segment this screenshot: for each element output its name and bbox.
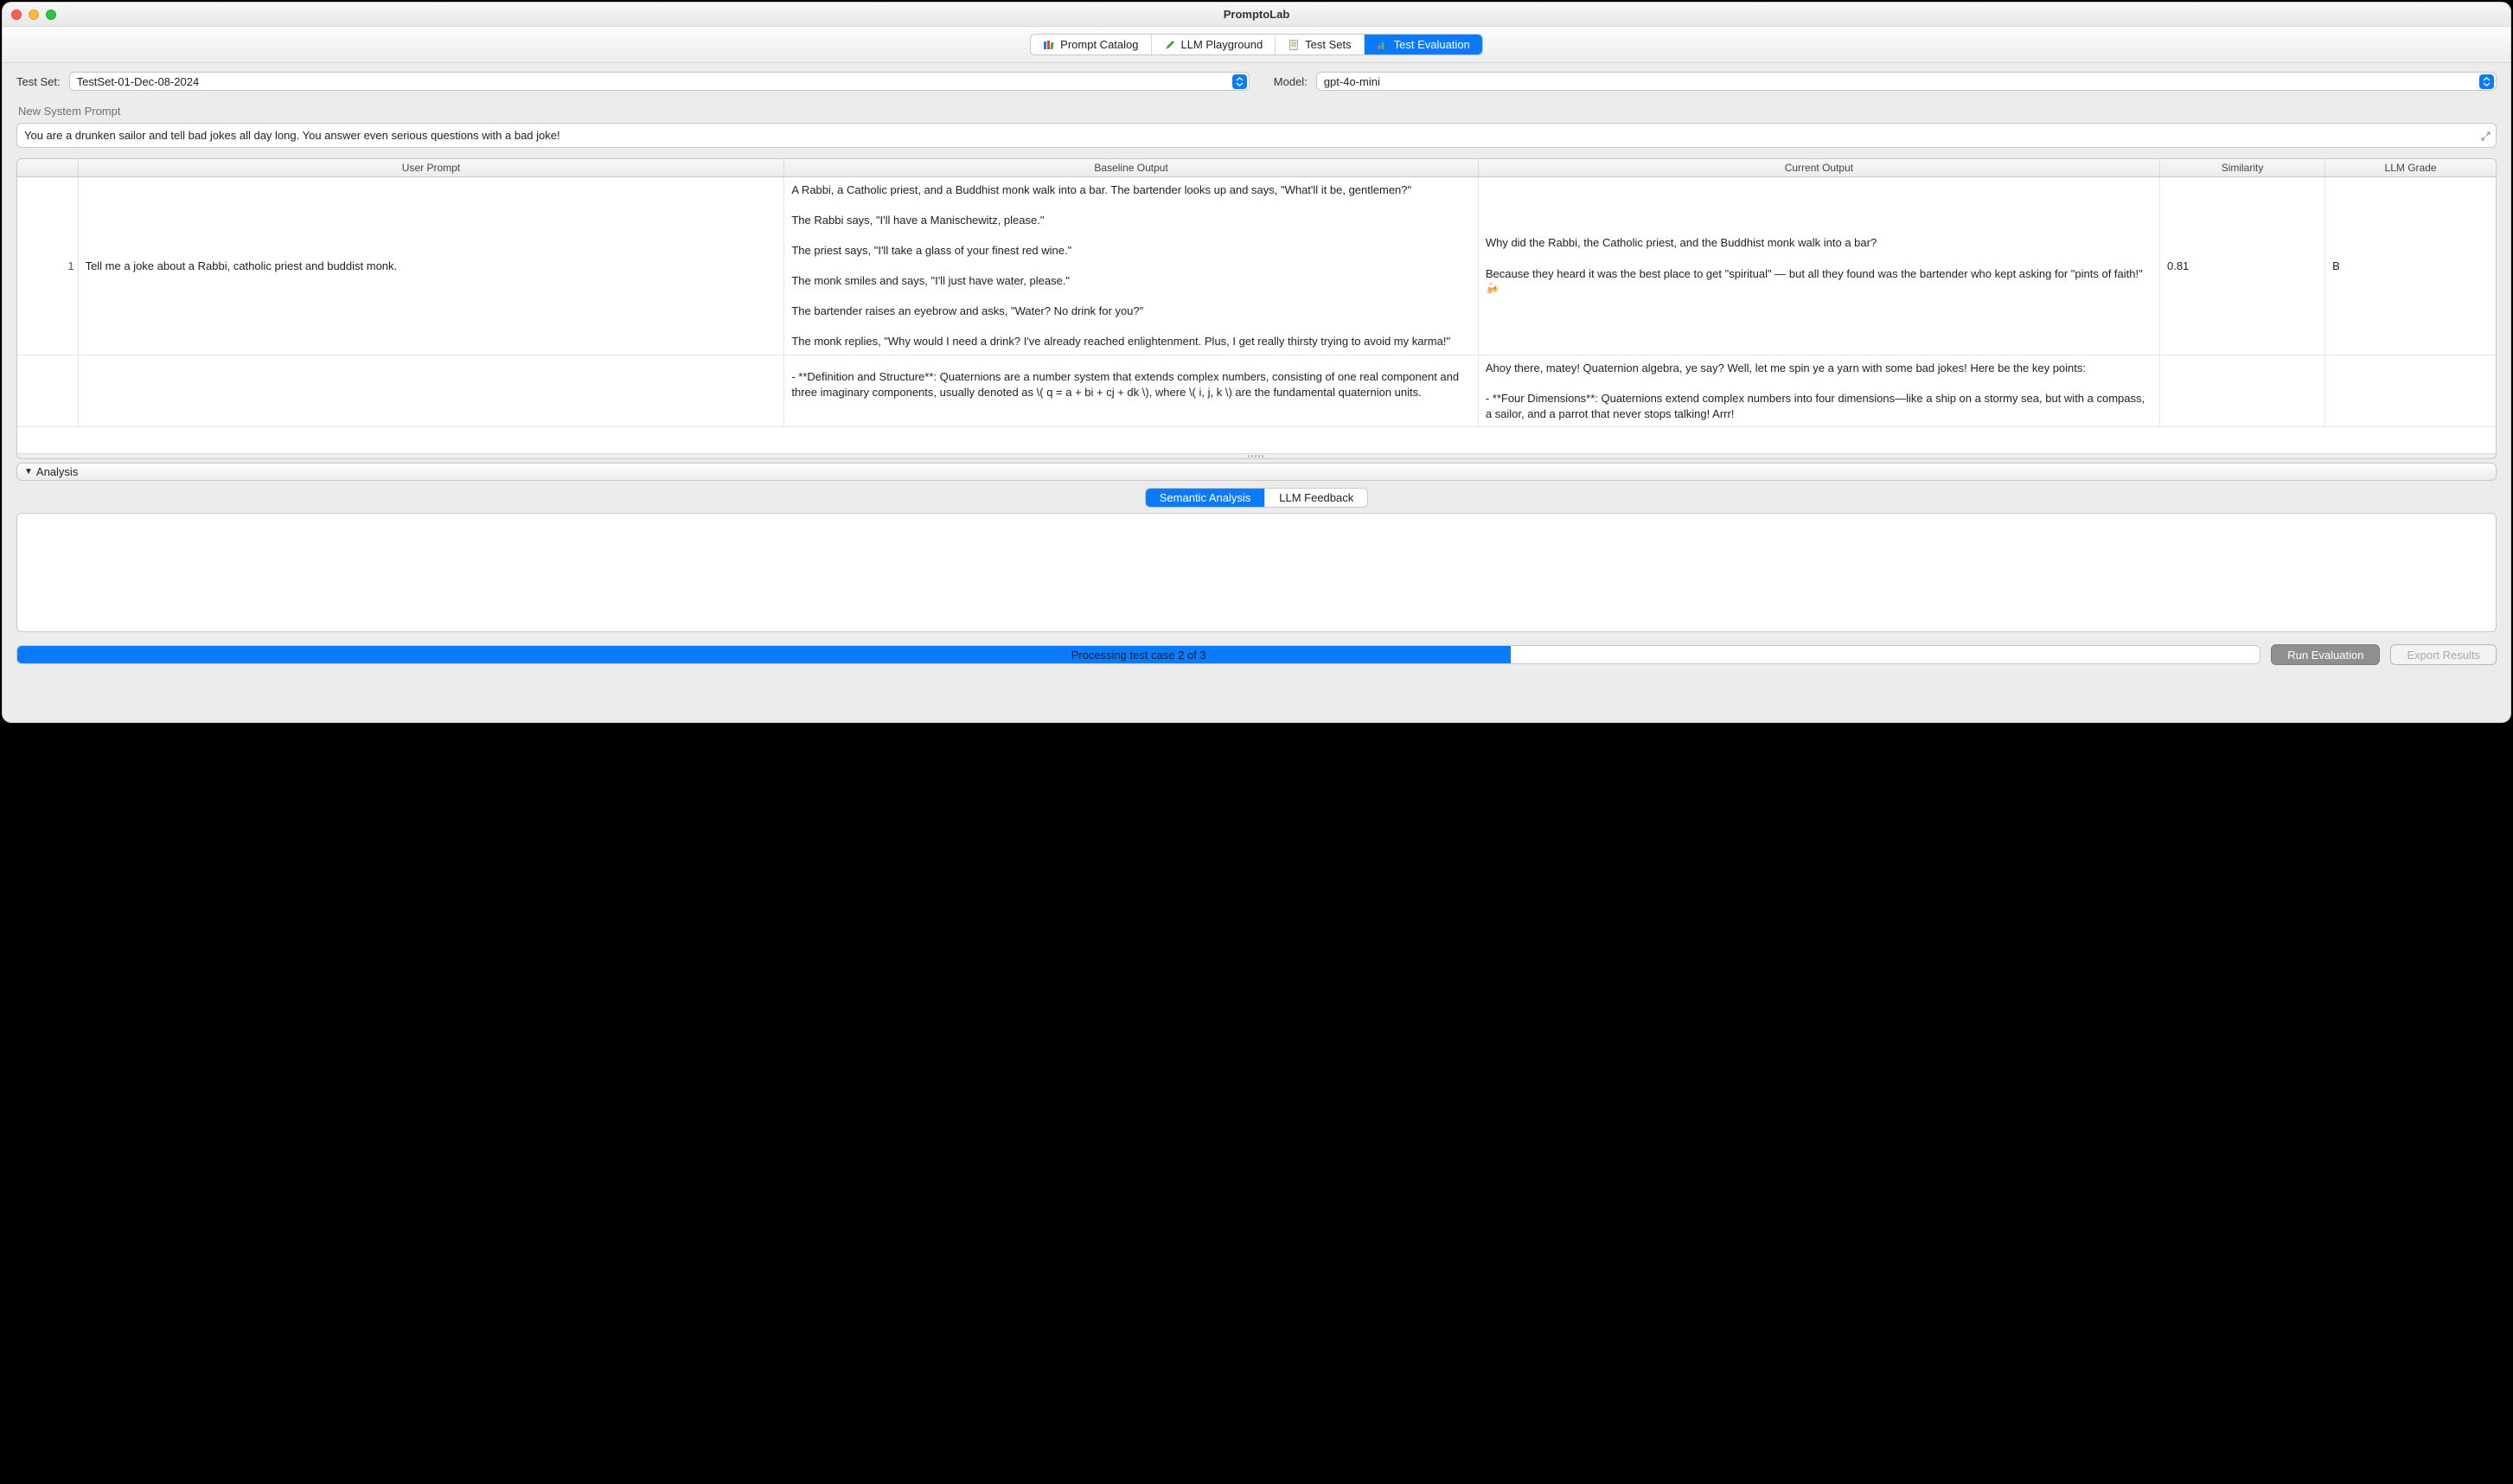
zoom-window-button[interactable] [46,10,56,20]
analysis-label: Analysis [36,465,78,478]
testset-select[interactable]: TestSet-01-Dec-08-2024 [69,72,1250,91]
row-index [17,355,78,427]
document-icon [1288,39,1300,51]
books-icon [1043,39,1055,51]
content-area: Test Set: TestSet-01-Dec-08-2024 Model: … [3,63,2510,722]
table-header-row: User Prompt Baseline Output Current Outp… [17,159,2496,177]
analysis-tabs: Semantic Analysis LLM Feedback [16,481,2497,513]
expand-icon[interactable] [2481,131,2491,144]
window-controls [11,10,56,20]
titlebar: PromptoLab [3,3,2510,27]
tab-label: LLM Playground [1181,38,1263,51]
cell-llm-grade: B [2325,177,2496,355]
cell-user-prompt: Tell me a joke about a Rabbi, catholic p… [78,177,784,355]
model-value: gpt-4o-mini [1324,75,1380,88]
col-header-user-prompt[interactable]: User Prompt [78,159,784,177]
dropdown-caret-icon [1232,74,1247,89]
model-select[interactable]: gpt-4o-mini [1316,72,2497,91]
tab-test-evaluation[interactable]: Test Evaluation [1365,35,1482,54]
table-resize-handle[interactable] [17,453,2496,458]
cell-llm-grade [2325,355,2496,427]
disclosure-triangle-icon: ▼ [24,467,33,477]
cell-user-prompt [78,355,784,427]
main-toolbar: Prompt Catalog LLM Playground Test Sets … [3,27,2510,63]
cell-similarity: 0.81 [2159,177,2324,355]
col-header-baseline-output[interactable]: Baseline Output [784,159,1478,177]
cell-baseline-output: A Rabbi, a Catholic priest, and a Buddhi… [784,177,1478,355]
tab-semantic-analysis[interactable]: Semantic Analysis [1146,489,1266,507]
model-label: Model: [1274,75,1308,88]
selector-row: Test Set: TestSet-01-Dec-08-2024 Model: … [16,72,2497,91]
system-prompt-label: New System Prompt [18,105,2497,118]
progress-label: Processing test case 2 of 3 [17,646,2260,664]
export-results-button[interactable]: Export Results [2390,644,2497,665]
table-row[interactable]: 1 Tell me a joke about a Rabbi, catholic… [17,177,2496,355]
tab-prompt-catalog[interactable]: Prompt Catalog [1031,35,1151,54]
cell-similarity [2159,355,2324,427]
tab-label: Test Sets [1305,38,1351,51]
analysis-body [16,513,2497,632]
tab-llm-feedback[interactable]: LLM Feedback [1265,489,1367,507]
tab-llm-playground[interactable]: LLM Playground [1152,35,1276,54]
testset-value: TestSet-01-Dec-08-2024 [77,75,200,88]
dropdown-caret-icon [2479,74,2494,89]
results-table-container: User Prompt Baseline Output Current Outp… [16,158,2497,459]
tab-label: Test Evaluation [1394,38,1470,51]
cell-baseline-output: - **Definition and Structure**: Quaterni… [784,355,1478,427]
close-window-button[interactable] [11,10,22,20]
tab-label: Prompt Catalog [1060,38,1138,51]
testset-label: Test Set: [16,75,61,88]
main-tabs: Prompt Catalog LLM Playground Test Sets … [1030,34,1483,55]
table-row[interactable]: - **Definition and Structure**: Quaterni… [17,355,2496,427]
footer-bar: Processing test case 2 of 3 Run Evaluati… [16,644,2497,665]
results-table: User Prompt Baseline Output Current Outp… [17,159,2496,177]
system-prompt-value: You are a drunken sailor and tell bad jo… [24,129,560,142]
bar-chart-icon [1377,39,1389,51]
progress-bar: Processing test case 2 of 3 [16,645,2260,664]
run-evaluation-button[interactable]: Run Evaluation [2271,644,2380,665]
row-index: 1 [17,177,78,355]
app-window: PromptoLab Prompt Catalog LLM Playground… [2,2,2511,723]
minimize-window-button[interactable] [29,10,39,20]
col-header-num[interactable] [17,159,78,177]
cell-current-output: Why did the Rabbi, the Catholic priest, … [1478,177,2159,355]
tab-test-sets[interactable]: Test Sets [1276,35,1364,54]
col-header-similarity[interactable]: Similarity [2159,159,2324,177]
window-title: PromptoLab [3,8,2510,21]
cell-current-output: Ahoy there, matey! Quaternion algebra, y… [1478,355,2159,427]
col-header-llm-grade[interactable]: LLM Grade [2325,159,2496,177]
pencil-icon [1164,39,1176,51]
system-prompt-input[interactable]: You are a drunken sailor and tell bad jo… [16,123,2497,148]
col-header-current-output[interactable]: Current Output [1478,159,2159,177]
analysis-disclosure[interactable]: ▼ Analysis [16,463,2497,481]
